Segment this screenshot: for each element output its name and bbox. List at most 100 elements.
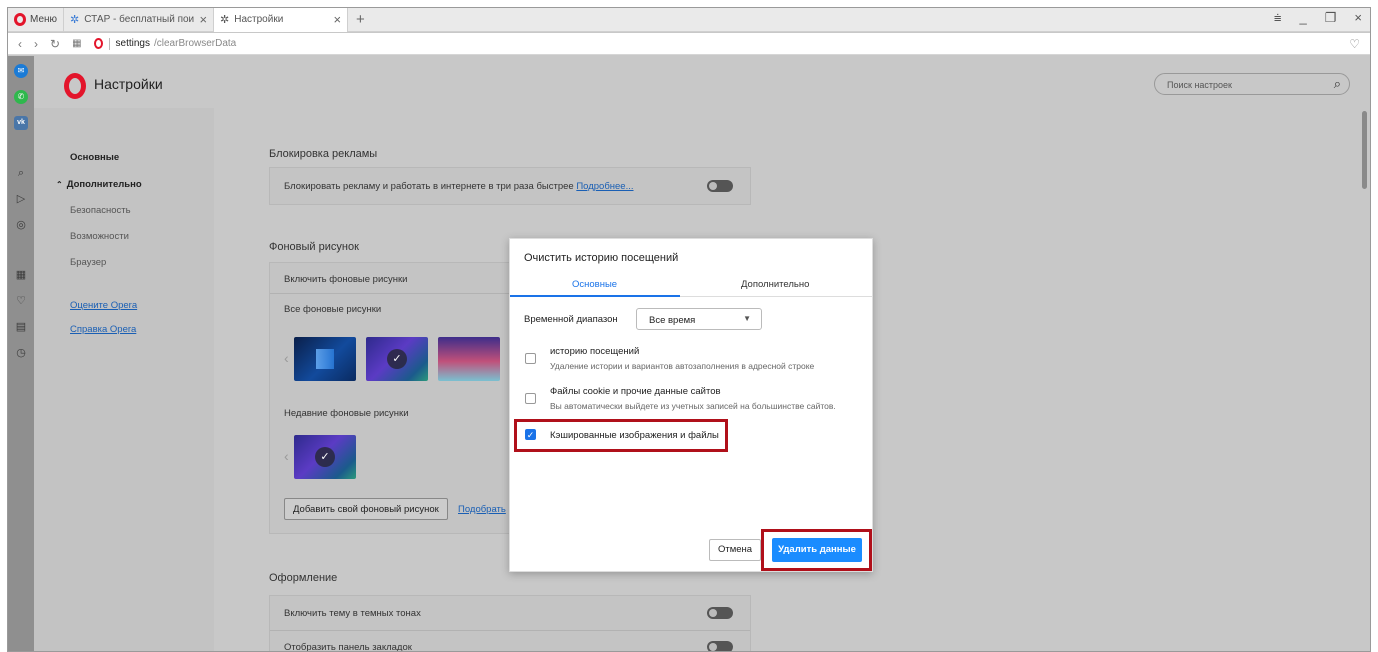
cookies-option-title: Файлы cookie и прочие данные сайтов bbox=[550, 386, 721, 397]
clear-data-dialog: Очистить историю посещений Основные Допо… bbox=[509, 238, 873, 572]
adblock-card: Блокировать рекламу и работать в интерне… bbox=[269, 167, 751, 205]
restore-icon[interactable]: ❐ bbox=[1325, 10, 1337, 26]
nav-advanced[interactable]: ⌃ Дополнительно bbox=[56, 179, 142, 190]
opera-logo-icon bbox=[14, 13, 26, 26]
history-checkbox[interactable] bbox=[525, 353, 536, 364]
vk-icon[interactable]: vk bbox=[14, 116, 28, 130]
cookies-option-desc: Вы автоматически выйдете из учетных запи… bbox=[550, 401, 836, 411]
tab-title: Настройки bbox=[234, 14, 284, 25]
messenger-icon[interactable]: ✉ bbox=[14, 64, 28, 78]
address-bar: ‹ › ↻ ▦ settings/clearBrowserData ♡ bbox=[8, 33, 1370, 55]
settings-nav: Основные ⌃ Дополнительно Безопасность Воз… bbox=[34, 108, 214, 651]
opera-logo-icon bbox=[64, 73, 86, 99]
url-separator bbox=[108, 37, 110, 50]
close-tab-icon[interactable]: × bbox=[199, 12, 207, 27]
dialog-title: Очистить историю посещений bbox=[524, 252, 679, 264]
adblock-label: Блокировать рекламу и работать в интерне… bbox=[284, 181, 574, 192]
rate-opera-link[interactable]: Оцените Opera bbox=[70, 300, 137, 311]
whatsapp-icon[interactable]: ✆ bbox=[14, 90, 28, 104]
active-tab-underline bbox=[510, 295, 680, 297]
tab-settings[interactable]: ✲ Настройки × bbox=[213, 8, 349, 32]
tab-title: СТАР - бесплатный поиск bbox=[84, 14, 195, 25]
adblock-more-link[interactable]: Подробнее... bbox=[576, 181, 633, 192]
tab-bar: Меню ✲ СТАР - бесплатный поиск × ✲ Настр… bbox=[8, 8, 1370, 32]
dark-theme-label: Включить тему в темных тонах bbox=[284, 608, 421, 619]
history-option-title: историю посещений bbox=[550, 346, 640, 357]
cancel-button[interactable]: Отмена bbox=[709, 539, 761, 561]
dialog-tabs: Основные Дополнительно bbox=[510, 273, 872, 297]
history-option-desc: Удаление истории и вариантов автозаполне… bbox=[550, 361, 815, 371]
nav-security[interactable]: Безопасность bbox=[70, 205, 131, 216]
speed-dial-icon[interactable]: ▦ bbox=[72, 38, 81, 49]
tab-basic[interactable]: Основные bbox=[572, 279, 617, 290]
adblock-section-title: Блокировка рекламы bbox=[269, 148, 378, 160]
wallpaper-thumb-windows[interactable] bbox=[294, 337, 356, 381]
adblock-text: Блокировать рекламу и работать в интерне… bbox=[284, 181, 634, 192]
star-icon: ✲ bbox=[70, 14, 80, 26]
search-placeholder: Поиск настроек bbox=[1167, 80, 1232, 90]
camera-icon[interactable]: ◎ bbox=[14, 218, 28, 232]
close-window-icon[interactable]: × bbox=[1354, 10, 1362, 26]
all-wallpapers-label: Все фоновые рисунки bbox=[284, 304, 382, 315]
wallpaper-thumb-selected[interactable]: ✓ bbox=[366, 337, 428, 381]
bookmarks-bar-label: Отобразить панель закладок bbox=[284, 642, 412, 652]
adblock-toggle[interactable] bbox=[707, 180, 733, 192]
heart-icon[interactable]: ♡ bbox=[14, 294, 28, 308]
url-path: /clearBrowserData bbox=[153, 38, 237, 49]
forward-icon[interactable]: › bbox=[34, 37, 38, 51]
sidebar-strip: ✉ ✆ vk ⌕ ▷ ◎ ▦ ♡ ▤ ◷ bbox=[8, 56, 34, 651]
history-icon[interactable]: ◷ bbox=[14, 346, 28, 360]
minimize-icon[interactable]: _ bbox=[1300, 10, 1307, 26]
nav-features[interactable]: Возможности bbox=[70, 231, 129, 242]
chevron-up-icon: ⌃ bbox=[56, 180, 63, 189]
url-host: settings bbox=[115, 38, 150, 49]
tab-advanced[interactable]: Дополнительно bbox=[741, 279, 809, 290]
divider bbox=[270, 630, 750, 631]
scrollbar[interactable] bbox=[1362, 111, 1367, 189]
reload-icon[interactable]: ↻ bbox=[50, 37, 60, 51]
send-icon[interactable]: ▷ bbox=[14, 192, 28, 206]
time-range-value: Все время bbox=[649, 315, 696, 326]
nav-browser[interactable]: Браузер bbox=[70, 257, 106, 268]
back-icon[interactable]: ‹ bbox=[18, 37, 22, 51]
check-icon: ✓ bbox=[387, 349, 407, 369]
chevron-left-icon[interactable]: ‹ bbox=[284, 448, 289, 464]
news-icon[interactable]: ▤ bbox=[14, 320, 28, 334]
dark-theme-toggle[interactable] bbox=[707, 607, 733, 619]
highlight-box-delete bbox=[761, 529, 872, 571]
recent-wallpapers-label: Недавние фоновые рисунки bbox=[284, 408, 409, 419]
wallpaper-thumb-wave[interactable] bbox=[438, 337, 500, 381]
time-range-label: Временной диапазон bbox=[524, 314, 618, 325]
window-controls: ⩧ _ ❐ × bbox=[1274, 10, 1362, 26]
nav-advanced-label: Дополнительно bbox=[66, 179, 142, 190]
settings-search-input[interactable]: Поиск настроек ⌕ bbox=[1154, 73, 1350, 95]
chevron-left-icon[interactable]: ‹ bbox=[284, 350, 289, 366]
new-tab-button[interactable]: + bbox=[348, 11, 373, 28]
opera-menu-button[interactable]: Меню bbox=[8, 8, 63, 31]
speed-dial-icon[interactable]: ▦ bbox=[14, 268, 28, 282]
time-range-select[interactable]: Все время ▼ bbox=[636, 308, 762, 330]
pick-wallpaper-link[interactable]: Подобрать bbox=[458, 504, 506, 515]
menu-label: Меню bbox=[30, 14, 58, 25]
url-field[interactable]: settings/clearBrowserData bbox=[93, 37, 237, 50]
recent-wallpaper-thumb[interactable]: ✓ bbox=[294, 435, 356, 479]
settings-header: Настройки Поиск настроек ⌕ bbox=[34, 56, 1370, 108]
gear-icon: ✲ bbox=[220, 14, 230, 26]
help-opera-link[interactable]: Справка Opera bbox=[70, 324, 136, 335]
wallpaper-section-title: Фоновый рисунок bbox=[269, 241, 359, 253]
tab-menu-icon[interactable]: ⩧ bbox=[1274, 10, 1282, 26]
nav-basic[interactable]: Основные bbox=[70, 152, 119, 163]
opera-logo-icon bbox=[93, 38, 103, 49]
tab-search[interactable]: ✲ СТАР - бесплатный поиск × bbox=[63, 8, 213, 32]
cookies-checkbox[interactable] bbox=[525, 393, 536, 404]
add-wallpaper-button[interactable]: Добавить свой фоновый рисунок bbox=[284, 498, 448, 520]
search-icon: ⌕ bbox=[1333, 76, 1341, 91]
close-tab-icon[interactable]: × bbox=[333, 12, 341, 27]
appearance-section-title: Оформление bbox=[269, 572, 338, 584]
search-icon[interactable]: ⌕ bbox=[14, 166, 28, 180]
highlight-box-cache bbox=[514, 419, 728, 452]
bookmark-heart-icon[interactable]: ♡ bbox=[1349, 37, 1360, 51]
chevron-down-icon: ▼ bbox=[743, 314, 751, 323]
page-title: Настройки bbox=[94, 76, 163, 92]
bookmarks-bar-toggle[interactable] bbox=[707, 641, 733, 651]
